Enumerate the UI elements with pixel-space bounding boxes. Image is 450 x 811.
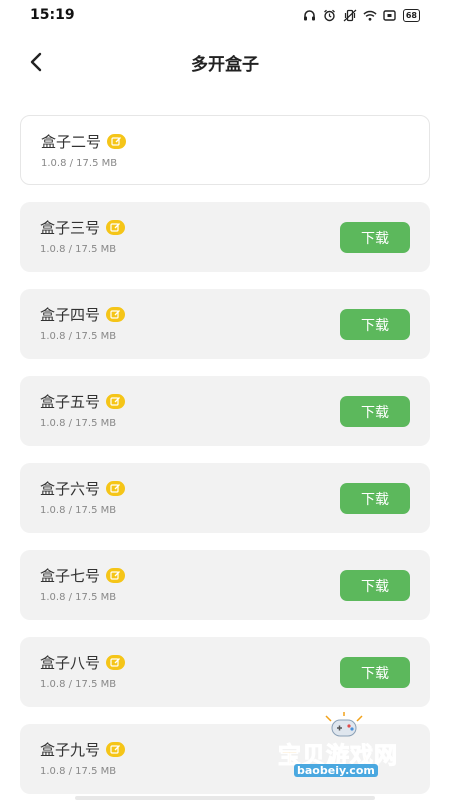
box-name: 盒子六号 [40,480,101,498]
home-indicator [75,796,375,800]
box-meta: 1.0.8 / 17.5 MB [40,331,117,342]
alarm-icon [323,8,337,22]
box-name: 盒子三号 [40,219,101,237]
box-card[interactable]: 盒子八号 1.0.8 / 17.5 MB 下载 [20,637,430,707]
vibrate-icon [343,8,357,22]
status-bar: 15:19 68 [0,0,450,32]
box-meta: 1.0.8 / 17.5 MB [40,244,117,255]
wifi-icon [363,8,377,22]
box-card[interactable]: 盒子四号 1.0.8 / 17.5 MB 下载 [20,289,430,359]
box-meta: 1.0.8 / 17.5 MB [40,592,117,603]
box-name: 盒子九号 [40,741,101,759]
box-meta: 1.0.8 / 17.5 MB [41,158,118,169]
page-title: 多开盒子 [191,55,259,75]
watermark: 宝贝游戏网 baobeiy.com [272,712,422,782]
box-name: 盒子五号 [40,393,101,411]
edit-icon[interactable] [106,481,126,496]
screen-cast-icon [383,8,397,22]
nav-bar: 多开盒子 [0,40,450,84]
box-card[interactable]: 盒子二号 1.0.8 / 17.5 MB [20,115,430,185]
box-meta: 1.0.8 / 17.5 MB [40,418,117,429]
edit-icon[interactable] [106,655,126,670]
box-meta: 1.0.8 / 17.5 MB [40,679,117,690]
battery-indicator: 68 [402,8,420,22]
headphones-icon [303,8,317,22]
download-button[interactable]: 下载 [340,483,410,514]
edit-icon[interactable] [106,394,126,409]
edit-icon[interactable] [107,134,127,149]
box-meta: 1.0.8 / 17.5 MB [40,766,117,777]
edit-icon[interactable] [106,220,126,235]
watermark-url: baobeiy.com [294,764,378,777]
download-button[interactable]: 下载 [340,222,410,253]
edit-icon[interactable] [106,742,126,757]
box-card[interactable]: 盒子七号 1.0.8 / 17.5 MB 下载 [20,550,430,620]
status-time: 15:19 [30,7,75,23]
box-name: 盒子二号 [41,133,102,151]
edit-icon[interactable] [106,307,126,322]
box-card[interactable]: 盒子五号 1.0.8 / 17.5 MB 下载 [20,376,430,446]
box-card[interactable]: 盒子三号 1.0.8 / 17.5 MB 下载 [20,202,430,272]
edit-icon[interactable] [106,568,126,583]
box-list: 盒子二号 1.0.8 / 17.5 MB 盒子三号 1.0.8 / 17.5 M… [20,115,430,811]
box-name: 盒子四号 [40,306,101,324]
download-button[interactable]: 下载 [340,396,410,427]
box-name: 盒子八号 [40,654,101,672]
download-button[interactable]: 下载 [340,309,410,340]
box-meta: 1.0.8 / 17.5 MB [40,505,117,516]
status-icons: 68 [303,8,420,22]
download-button[interactable]: 下载 [340,657,410,688]
download-button[interactable]: 下载 [340,570,410,601]
box-card[interactable]: 盒子六号 1.0.8 / 17.5 MB 下载 [20,463,430,533]
box-name: 盒子七号 [40,567,101,585]
